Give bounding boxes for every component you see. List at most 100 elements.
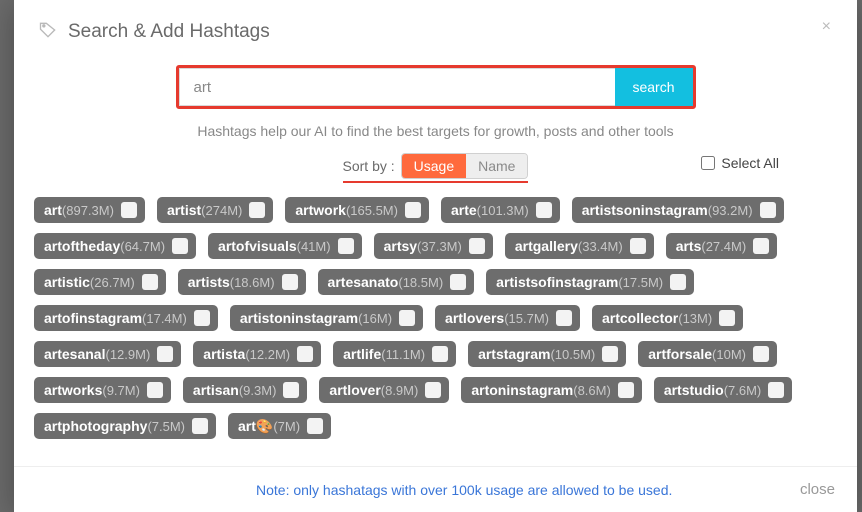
hashtag-checkbox[interactable] xyxy=(432,346,448,362)
hashtag-pill[interactable]: art(897.3M) xyxy=(34,197,145,223)
hashtag-count: (8.6M) xyxy=(573,384,611,397)
hashtag-checkbox[interactable] xyxy=(405,202,421,218)
hashtag-count: (17.4M) xyxy=(142,312,187,325)
hashtag-pill[interactable]: artistsoninstagram(93.2M) xyxy=(572,197,784,223)
hashtag-count: (13M) xyxy=(678,312,712,325)
hashtag-checkbox[interactable] xyxy=(142,274,158,290)
hashtag-name: artoftheday xyxy=(44,239,120,253)
hashtag-pill[interactable]: art🎨(7M) xyxy=(228,413,331,439)
hashtag-pill[interactable]: artist(274M) xyxy=(157,197,273,223)
hashtag-checkbox[interactable] xyxy=(618,382,634,398)
hashtag-name: artphotography xyxy=(44,419,147,433)
hashtag-pill[interactable]: artistic(26.7M) xyxy=(34,269,166,295)
hashtag-checkbox[interactable] xyxy=(192,418,208,434)
hashtag-list: art(897.3M) artist(274M) artwork(165.5M) ar… xyxy=(32,197,839,439)
hashtag-name: art xyxy=(44,203,62,217)
hashtag-pill[interactable]: artlover(8.9M) xyxy=(319,377,449,403)
hashtag-name: arts xyxy=(676,239,702,253)
hashtag-checkbox[interactable] xyxy=(536,202,552,218)
hashtag-count: (15.7M) xyxy=(504,312,549,325)
hashtag-checkbox[interactable] xyxy=(556,310,572,326)
hashtag-pill[interactable]: artofinstagram(17.4M) xyxy=(34,305,218,331)
hashtag-checkbox[interactable] xyxy=(399,310,415,326)
hashtag-checkbox[interactable] xyxy=(670,274,686,290)
hashtag-checkbox[interactable] xyxy=(194,310,210,326)
close-button[interactable]: close xyxy=(800,481,835,498)
hashtag-pill[interactable]: artofvisuals(41M) xyxy=(208,233,362,259)
select-all-checkbox[interactable] xyxy=(701,156,715,170)
hashtag-pill[interactable]: artoftheday(64.7M) xyxy=(34,233,196,259)
sort-option-name[interactable]: Name xyxy=(466,154,527,178)
search-group: search xyxy=(176,65,696,109)
hashtag-checkbox[interactable] xyxy=(121,202,137,218)
hashtag-name: artgallery xyxy=(515,239,578,253)
hashtag-checkbox[interactable] xyxy=(768,382,784,398)
hashtag-pill[interactable]: arte(101.3M) xyxy=(441,197,560,223)
hashtag-pill[interactable]: artistsofinstagram(17.5M) xyxy=(486,269,694,295)
hashtag-checkbox[interactable] xyxy=(450,274,466,290)
modal-title: Search & Add Hashtags xyxy=(68,21,270,43)
hashtag-checkbox[interactable] xyxy=(753,238,769,254)
hashtag-pill[interactable]: artista(12.2M) xyxy=(193,341,321,367)
hashtag-pill[interactable]: artwork(165.5M) xyxy=(285,197,429,223)
hashtag-checkbox[interactable] xyxy=(157,346,173,362)
footer-note: Note: only hashatags with over 100k usag… xyxy=(256,482,672,498)
hashtag-checkbox[interactable] xyxy=(282,274,298,290)
hashtag-count: (897.3M) xyxy=(62,204,114,217)
hashtag-pill[interactable]: artstudio(7.6M) xyxy=(654,377,792,403)
hashtag-checkbox[interactable] xyxy=(469,238,485,254)
hashtag-checkbox[interactable] xyxy=(172,238,188,254)
hashtag-count: (10.5M) xyxy=(550,348,595,361)
hashtag-checkbox[interactable] xyxy=(630,238,646,254)
hashtag-count: (41M) xyxy=(297,240,331,253)
hashtag-count: (165.5M) xyxy=(346,204,398,217)
hashtag-pill[interactable]: artists(18.6M) xyxy=(178,269,306,295)
hashtag-pill[interactable]: artworks(9.7M) xyxy=(34,377,171,403)
hashtag-checkbox[interactable] xyxy=(338,238,354,254)
hashtag-pill[interactable]: artlife(11.1M) xyxy=(333,341,456,367)
hashtag-count: (8.9M) xyxy=(381,384,419,397)
select-all-control[interactable]: Select All xyxy=(701,155,779,171)
hashtag-pill[interactable]: arts(27.4M) xyxy=(666,233,777,259)
hashtag-name: artist xyxy=(167,203,201,217)
hashtag-checkbox[interactable] xyxy=(147,382,163,398)
hashtag-pill[interactable]: artisan(9.3M) xyxy=(183,377,307,403)
hashtag-pill[interactable]: artcollector(13M) xyxy=(592,305,743,331)
hashtag-checkbox[interactable] xyxy=(283,382,299,398)
hashtag-name: artesanato xyxy=(328,275,399,289)
hashtag-pill[interactable]: artphotography(7.5M) xyxy=(34,413,216,439)
hashtag-pill[interactable]: artstagram(10.5M) xyxy=(468,341,626,367)
scroll-area[interactable]: search Hashtags help our AI to find the … xyxy=(14,59,857,466)
close-icon[interactable]: × xyxy=(822,18,831,36)
sort-segmented: Usage Name xyxy=(401,153,529,179)
hashtag-name: artworks xyxy=(44,383,102,397)
hashtag-count: (11.1M) xyxy=(381,348,425,361)
hashtag-name: artforsale xyxy=(648,347,712,361)
hashtag-pill[interactable]: artgallery(33.4M) xyxy=(505,233,654,259)
hashtag-checkbox[interactable] xyxy=(425,382,441,398)
hashtag-name: artoninstagram xyxy=(471,383,573,397)
hashtag-pill[interactable]: artoninstagram(8.6M) xyxy=(461,377,641,403)
search-button[interactable]: search xyxy=(615,68,693,106)
hashtag-checkbox[interactable] xyxy=(602,346,618,362)
hashtag-checkbox[interactable] xyxy=(753,346,769,362)
hashtag-count: (12.9M) xyxy=(105,348,150,361)
sort-option-usage[interactable]: Usage xyxy=(402,154,466,178)
hashtag-pill[interactable]: artistoninstagram(16M) xyxy=(230,305,423,331)
hashtag-pill[interactable]: artsy(37.3M) xyxy=(374,233,493,259)
modal-footer: Note: only hashatags with over 100k usag… xyxy=(14,466,857,512)
hashtag-pill[interactable]: artlovers(15.7M) xyxy=(435,305,580,331)
hashtag-checkbox[interactable] xyxy=(297,346,313,362)
hashtag-checkbox[interactable] xyxy=(760,202,776,218)
hashtag-checkbox[interactable] xyxy=(719,310,735,326)
hashtag-pill[interactable]: artesanal(12.9M) xyxy=(34,341,181,367)
hashtag-name: artista xyxy=(203,347,245,361)
hashtag-checkbox[interactable] xyxy=(307,418,323,434)
hashtag-name: artofvisuals xyxy=(218,239,297,253)
hashtag-modal: Search & Add Hashtags × search Hashtags … xyxy=(14,0,857,512)
search-input[interactable] xyxy=(179,68,615,106)
hashtag-pill[interactable]: artforsale(10M) xyxy=(638,341,777,367)
hashtag-checkbox[interactable] xyxy=(249,202,265,218)
search-row: search xyxy=(32,59,839,113)
hashtag-pill[interactable]: artesanato(18.5M) xyxy=(318,269,475,295)
